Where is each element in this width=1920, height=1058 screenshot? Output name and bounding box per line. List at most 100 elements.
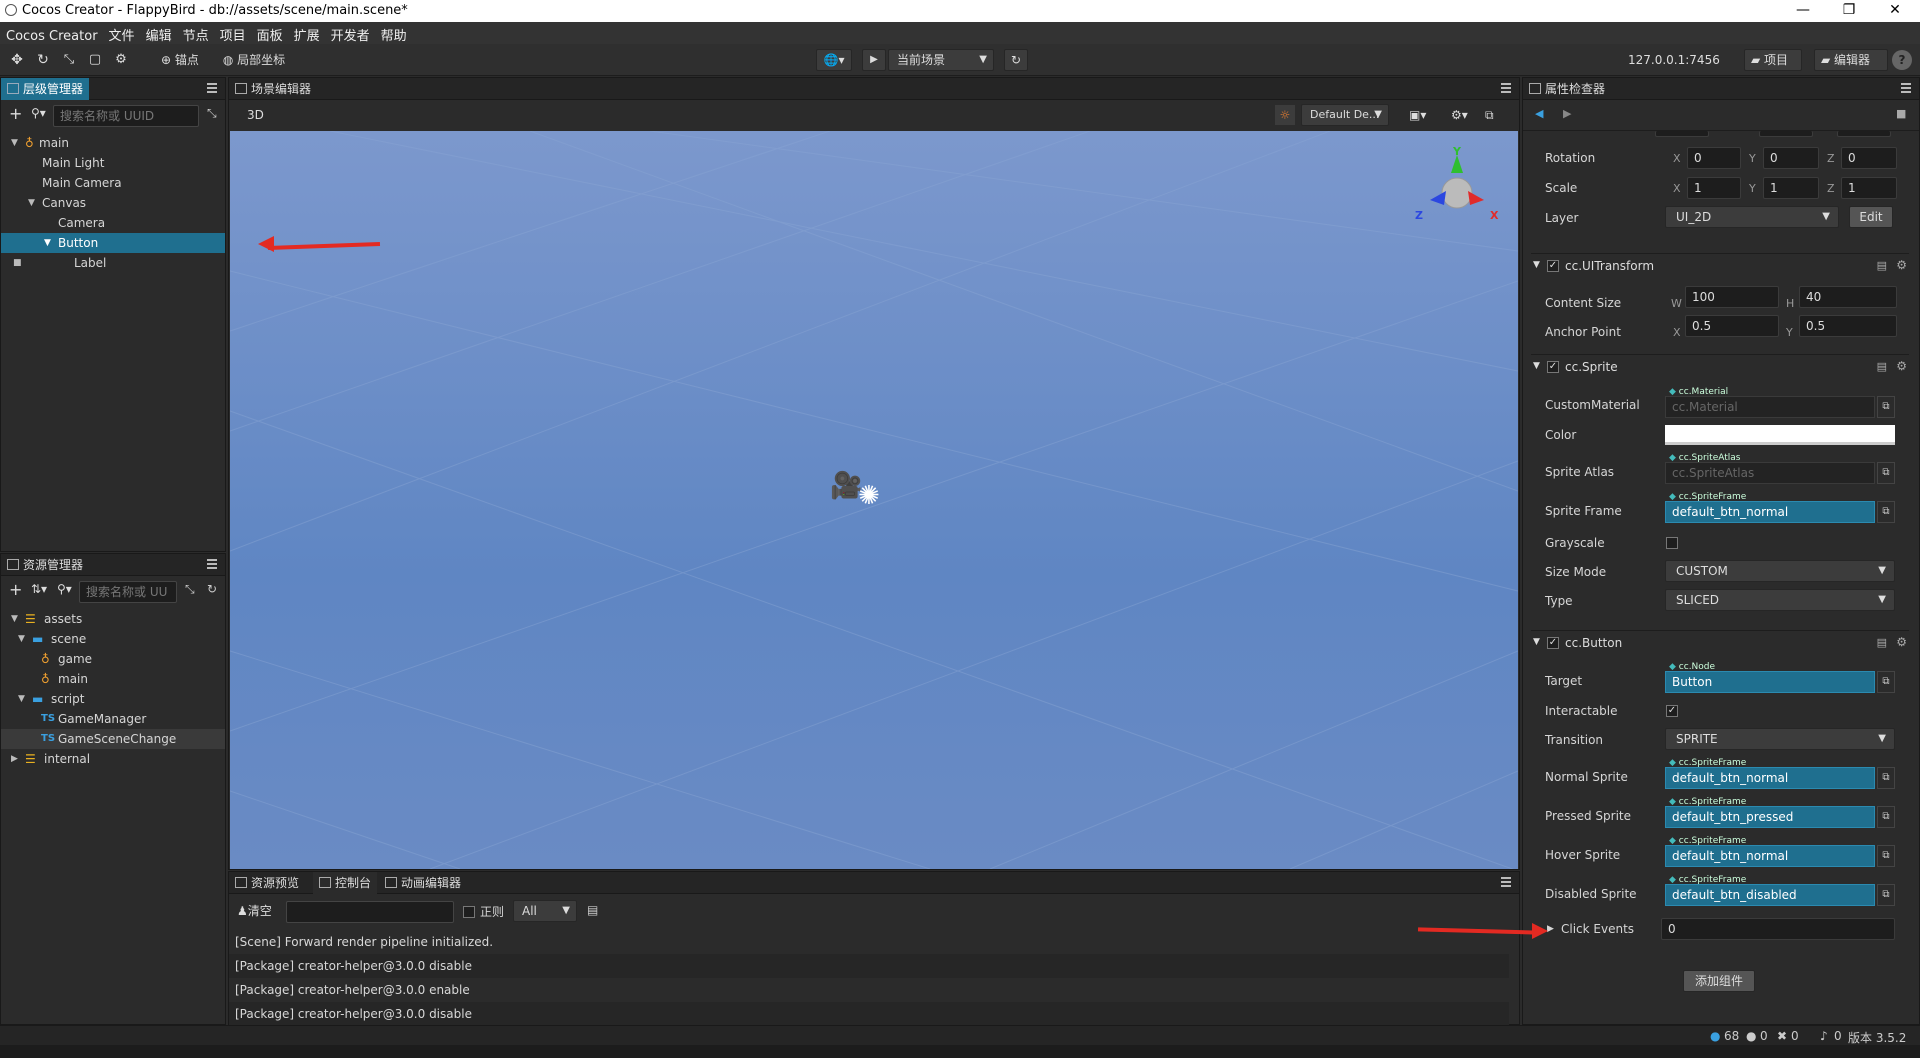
lighting-icon[interactable]: ☼ — [1275, 105, 1295, 125]
content-height-field[interactable]: 40 — [1799, 286, 1897, 308]
sprite-atlas-field[interactable]: cc.SpriteAtlas — [1665, 462, 1875, 484]
menu-cocos-creator[interactable]: Cocos Creator — [0, 26, 103, 44]
asset-picker-icon[interactable]: ⧉ — [1877, 671, 1895, 693]
tab-animation-editor[interactable]: 动画编辑器 — [379, 872, 467, 894]
menu-file[interactable]: 文件 — [103, 22, 140, 44]
scale-tool-icon[interactable]: ⤡ — [58, 50, 80, 70]
collapse-icon[interactable]: ⤡ — [185, 582, 195, 597]
asset-script-gamemanager[interactable]: TS GameManager — [1, 709, 225, 729]
tab-hierarchy[interactable]: 层级管理器 — [1, 78, 90, 100]
position-x-field[interactable] — [1655, 131, 1709, 137]
scale-y-field[interactable]: 1 — [1763, 177, 1819, 199]
assets-search-input[interactable]: 搜索名称或 UU — [79, 581, 177, 603]
regex-checkbox[interactable] — [463, 906, 475, 918]
anchor-x-field[interactable]: 0.5 — [1685, 315, 1779, 337]
add-component-button[interactable]: 添加组件 — [1683, 970, 1755, 992]
menu-icon[interactable] — [1901, 83, 1911, 93]
editor-button[interactable]: ▰ 编辑器 — [1814, 49, 1888, 71]
component-header-sprite[interactable]: ▼ ✓ cc.Sprite ▤ ⚙ — [1531, 354, 1909, 378]
sprite-type-select[interactable]: SLICED ▼ — [1665, 589, 1895, 611]
grayscale-checkbox[interactable] — [1666, 537, 1678, 549]
asset-picker-icon[interactable]: ⧉ — [1877, 396, 1895, 418]
asset-folder-assets[interactable]: ▼ ☰ assets — [1, 609, 225, 629]
click-events-count-field[interactable]: 0 — [1661, 918, 1895, 940]
tree-node-camera[interactable]: Camera — [1, 213, 225, 233]
anchor-y-field[interactable]: 0.5 — [1799, 315, 1897, 337]
search-type-icon[interactable]: ⚲▾ — [57, 582, 72, 596]
color-swatch[interactable] — [1665, 425, 1895, 445]
pressed-sprite-field[interactable]: default_btn_pressed — [1665, 806, 1875, 828]
back-arrow-icon[interactable]: ◀ — [1535, 107, 1543, 120]
asset-picker-icon[interactable]: ⧉ — [1877, 501, 1895, 523]
search-type-icon[interactable]: ⚲▾ — [31, 106, 46, 120]
position-y-field[interactable] — [1759, 131, 1813, 137]
platform-select[interactable]: 🌐▾ — [816, 49, 852, 71]
scene-select[interactable]: 当前场景 ▼ — [888, 49, 994, 71]
tree-node-label[interactable]: ■ Label — [1, 253, 225, 273]
log-level-select[interactable]: All ▼ — [513, 900, 577, 922]
add-asset-icon[interactable]: + — [9, 580, 22, 599]
help-doc-icon[interactable]: ▤ — [1877, 259, 1887, 272]
layer-select[interactable]: UI_2D ▼ — [1665, 206, 1839, 228]
asset-script-gamescenechange[interactable]: TS GameSceneChange — [1, 729, 225, 749]
fullscreen-icon[interactable]: ⧉ — [1485, 108, 1494, 123]
tab-scene-editor[interactable]: 场景编辑器 — [229, 78, 317, 100]
button-enabled-checkbox[interactable]: ✓ — [1547, 637, 1559, 649]
menu-icon[interactable] — [1501, 877, 1511, 887]
refresh-icon[interactable]: ↻ — [207, 582, 217, 596]
warning-count[interactable]: 0 — [1760, 1029, 1768, 1043]
forward-arrow-icon[interactable]: ▶ — [1563, 107, 1571, 120]
transform-tool-icon[interactable]: ⚙ — [110, 50, 132, 70]
caret-right-icon[interactable]: ▶ — [1547, 924, 1554, 934]
refresh-icon[interactable]: ↻ — [1004, 49, 1028, 71]
tree-node-main[interactable]: ▼ ♁ main — [1, 133, 225, 153]
position-z-field[interactable] — [1837, 131, 1891, 137]
sprite-enabled-checkbox[interactable]: ✓ — [1547, 361, 1559, 373]
sprite-frame-field[interactable]: default_btn_normal — [1665, 501, 1875, 523]
rotation-z-field[interactable]: 0 — [1841, 147, 1897, 169]
info-count[interactable]: 68 — [1724, 1029, 1739, 1043]
interactable-checkbox[interactable]: ✓ — [1666, 705, 1678, 717]
gear-icon[interactable]: ⚙ — [1896, 635, 1907, 649]
scene-viewport[interactable]: 🎥 ✺ Y X Z — [230, 131, 1518, 869]
asset-picker-icon[interactable]: ⧉ — [1877, 767, 1895, 789]
light-gizmo-icon[interactable]: ✺ — [858, 481, 880, 511]
menu-icon[interactable] — [1501, 83, 1511, 93]
rotation-x-field[interactable]: 0 — [1687, 147, 1741, 169]
menu-help[interactable]: 帮助 — [375, 22, 412, 44]
minimize-button[interactable]: — — [1780, 0, 1826, 22]
custom-material-field[interactable]: cc.Material — [1665, 396, 1875, 418]
help-doc-icon[interactable]: ▤ — [1877, 636, 1887, 649]
scale-x-field[interactable]: 1 — [1687, 177, 1741, 199]
camera-select[interactable]: Default De... ▼ — [1301, 104, 1389, 126]
content-width-field[interactable]: 100 — [1685, 286, 1779, 308]
size-mode-select[interactable]: CUSTOM ▼ — [1665, 560, 1895, 582]
anchor-toggle[interactable]: ⊕ 锚点 — [156, 50, 204, 70]
menu-node[interactable]: 节点 — [177, 22, 214, 44]
open-log-icon[interactable]: ▤ — [587, 903, 598, 917]
maximize-button[interactable]: ❐ — [1826, 0, 1872, 22]
asset-picker-icon[interactable]: ⧉ — [1877, 806, 1895, 828]
menu-project[interactable]: 项目 — [214, 22, 251, 44]
asset-scene-main[interactable]: ♁ main — [1, 669, 225, 689]
close-button[interactable]: ✕ — [1872, 0, 1918, 22]
move-tool-icon[interactable]: ✥ — [6, 50, 28, 70]
lock-icon[interactable]: ■ — [13, 253, 22, 273]
disabled-sprite-field[interactable]: default_btn_disabled — [1665, 884, 1875, 906]
asset-scene-game[interactable]: ♁ game — [1, 649, 225, 669]
sort-icon[interactable]: ⇅▾ — [31, 582, 47, 596]
tab-inspector[interactable]: 属性检查器 — [1523, 78, 1611, 100]
tree-node-main-light[interactable]: Main Light — [1, 153, 225, 173]
layer-edit-button[interactable]: Edit — [1849, 206, 1893, 228]
collapse-icon[interactable]: ⤡ — [207, 106, 217, 121]
camera-icon[interactable]: ▣▾ — [1409, 108, 1426, 122]
asset-picker-icon[interactable]: ⧉ — [1877, 845, 1895, 867]
play-button[interactable]: ▶ — [862, 49, 886, 71]
tree-node-canvas[interactable]: ▼ Canvas — [1, 193, 225, 213]
menu-extension[interactable]: 扩展 — [288, 22, 325, 44]
target-field[interactable]: Button — [1665, 671, 1875, 693]
normal-sprite-field[interactable]: default_btn_normal — [1665, 767, 1875, 789]
tab-assets[interactable]: 资源管理器 — [1, 554, 89, 576]
gear-icon[interactable]: ⚙ — [1896, 258, 1907, 272]
asset-folder-script[interactable]: ▼ ▬ script — [1, 689, 225, 709]
